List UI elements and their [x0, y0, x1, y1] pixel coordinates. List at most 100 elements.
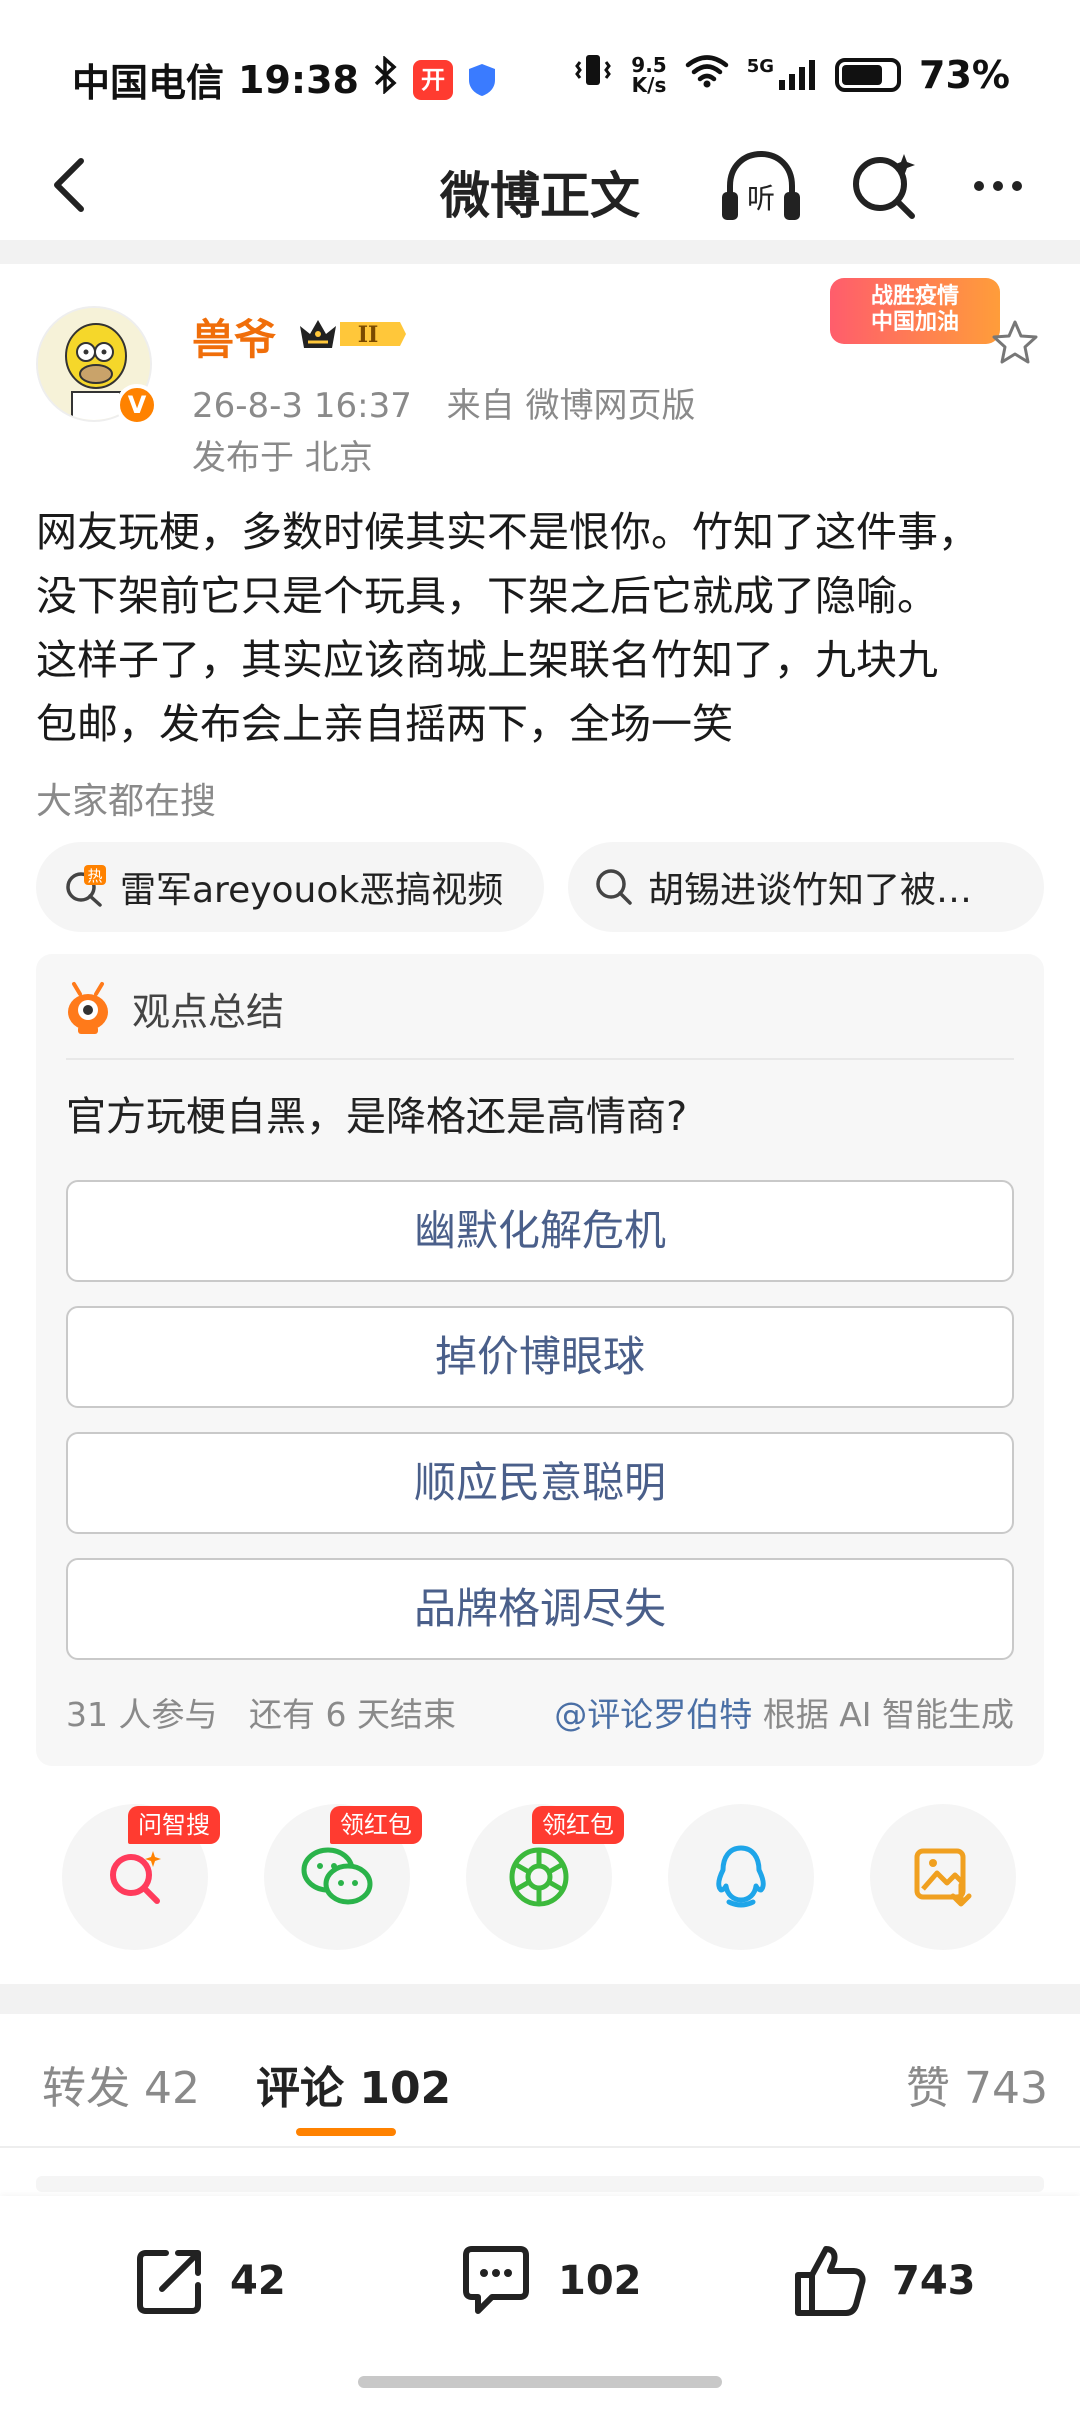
wechat-icon	[301, 1847, 373, 1905]
poll-option[interactable]: 幽默化解危机	[66, 1180, 1014, 1282]
trending-search-text: 雷军areyouok恶搞视频	[120, 870, 504, 911]
tab-like-count: 743	[964, 2063, 1048, 2114]
comment-list-preview	[36, 2176, 1044, 2192]
more-button[interactable]	[960, 148, 1036, 224]
favorite-button[interactable]	[990, 318, 1040, 368]
more-dot-icon	[974, 181, 984, 191]
poll-option[interactable]: 顺应民意聪明	[66, 1432, 1014, 1534]
trending-search-text: 胡锡进谈竹知了被…	[648, 870, 973, 911]
tab-like-label: 赞	[906, 2063, 950, 2114]
robot-mascot-icon	[68, 982, 108, 1034]
save-image-button[interactable]	[870, 1804, 1016, 1950]
poll-card: 观点总结 官方玩梗自黑，是降格还是高情商? 幽默化解危机 掉价博眼球 顺应民意聪…	[36, 954, 1044, 1766]
post-body-line: 包邮，发布会上亲自摇两下，全场一笑	[36, 700, 733, 748]
search-icon	[596, 869, 632, 905]
more-dot-icon	[993, 181, 1003, 191]
share-qq-button[interactable]	[668, 1804, 814, 1950]
share-tag: 领红包	[532, 1806, 624, 1844]
tab-like[interactable]: 赞 743	[906, 2052, 1048, 2116]
save-image-icon	[914, 1848, 972, 1907]
status-right: 9.5 K/s 5G 73%	[573, 52, 1010, 97]
network-speed-unit: K/s	[631, 72, 667, 97]
verified-badge-icon: V	[116, 384, 158, 426]
battery-icon	[835, 57, 902, 92]
bottom-toolbar: 42 102 743	[0, 2196, 1080, 2420]
poll-header-label: 观点总结	[132, 989, 285, 1034]
tab-comment-label: 评论	[256, 2063, 344, 2114]
poll-header: 观点总结	[60, 976, 284, 1040]
signal-icon: 5G	[746, 55, 817, 92]
listen-label: 听	[747, 182, 775, 215]
section-divider	[0, 240, 1080, 264]
bluetooth-icon	[373, 55, 399, 103]
tab-comment-count: 102	[359, 2063, 452, 2114]
poll-question: 官方玩梗自黑，是降格还是高情商?	[66, 1094, 688, 1140]
battery-level: 73%	[919, 52, 1010, 97]
hot-mark: 热	[87, 867, 102, 885]
poll-option[interactable]: 掉价博眼球	[66, 1306, 1014, 1408]
tab-repost[interactable]: 转发 42	[42, 2052, 200, 2116]
trending-label: 大家都在搜	[36, 781, 217, 822]
poll-option[interactable]: 品牌格调尽失	[66, 1558, 1014, 1660]
comment-icon	[463, 2246, 529, 2314]
share-tag: 问智搜	[128, 1806, 220, 1844]
campaign-badge[interactable]: 战胜疫情 中国加油	[830, 278, 1000, 344]
vip-level: II	[358, 322, 379, 348]
tab-active-indicator	[296, 2128, 396, 2136]
listen-button[interactable]: 听	[718, 148, 804, 224]
comment-count: 102	[558, 2258, 642, 2304]
star-icon	[992, 320, 1038, 364]
shield-icon	[467, 62, 497, 98]
poll-generator-note: 根据 AI 智能生成	[762, 1695, 1014, 1734]
poll-generator-link[interactable]: @评论罗伯特	[554, 1695, 752, 1734]
network-speed-value: 9.5	[631, 52, 667, 77]
campaign-line-1: 战胜疫情	[870, 284, 959, 309]
status-bar: 中国电信 19:38 开 9.5 K/s 5G 73%	[0, 0, 1080, 130]
post-body-line: 这样子了，其实应该商城上架联名竹知了，九块九	[36, 636, 938, 684]
clock: 19:38	[238, 57, 359, 102]
post-meta: 26-8-3 16:37 来自 微博网页版	[192, 378, 695, 427]
open-app-badge-icon: 开	[412, 59, 453, 100]
poll-footer: 31 人参与 还有 6 天结束 @评论罗伯特 根据 AI 智能生成	[66, 1688, 1014, 1736]
repost-icon	[137, 2250, 201, 2314]
network-speed: 9.5 K/s	[631, 55, 666, 95]
poll-stats: 31 人参与 还有 6 天结束	[66, 1688, 456, 1736]
post-source: 来自 微博网页版	[446, 386, 696, 426]
more-dot-icon	[1012, 181, 1022, 191]
post-timestamp: 26-8-3 16:37	[192, 386, 412, 426]
nav-bar: 微博正文 听	[0, 130, 1080, 240]
tab-divider	[0, 2146, 1080, 2148]
post-body-line: 网友玩梗，多数时候其实不是恨你。竹知了这件事，	[36, 508, 979, 556]
home-indicator[interactable]	[358, 2376, 722, 2388]
poll-divider	[66, 1058, 1014, 1060]
tab-repost-count: 42	[144, 2063, 200, 2114]
section-divider	[0, 1984, 1080, 2014]
post-body: 网友玩梗，多数时候其实不是恨你。竹知了这件事， 没下架前它只是个玩具，下架之后它…	[36, 500, 1046, 756]
tab-repost-label: 转发	[42, 2063, 130, 2114]
trending-search-item[interactable]: 胡锡进谈竹知了被…	[568, 842, 1044, 932]
author-name[interactable]: 兽爷	[192, 306, 276, 367]
network-type: 5G	[746, 55, 775, 77]
hot-search-icon: 热	[66, 865, 106, 907]
post-body-line: 没下架前它只是个玩具，下架之后它就成了隐喻。	[36, 572, 938, 620]
headphones-icon: 听	[722, 150, 800, 220]
repost-button[interactable]: 42	[132, 2236, 286, 2326]
tab-comment[interactable]: 评论 102	[256, 2052, 451, 2116]
poll-remaining: 还有 6 天结束	[248, 1695, 456, 1734]
carrier-label: 中国电信	[72, 61, 225, 105]
wifi-icon	[685, 53, 729, 97]
repost-count: 42	[230, 2258, 286, 2304]
status-left: 中国电信 19:38 开	[72, 52, 497, 107]
like-count: 743	[892, 2258, 976, 2304]
search-button[interactable]	[846, 148, 922, 224]
poll-generator: @评论罗伯特 根据 AI 智能生成	[554, 1688, 1014, 1736]
trending-search-item[interactable]: 热 雷军areyouok恶搞视频	[36, 842, 544, 932]
search-icon	[853, 154, 915, 219]
comment-button[interactable]: 102	[456, 2236, 642, 2326]
search-ai-icon	[110, 1851, 161, 1904]
campaign-line-2: 中国加油	[870, 310, 959, 335]
thumbs-up-icon	[795, 2246, 866, 2316]
like-button[interactable]: 743	[790, 2236, 976, 2326]
share-tag: 领红包	[330, 1806, 422, 1844]
vip-crown-icon[interactable]: II	[296, 314, 408, 354]
